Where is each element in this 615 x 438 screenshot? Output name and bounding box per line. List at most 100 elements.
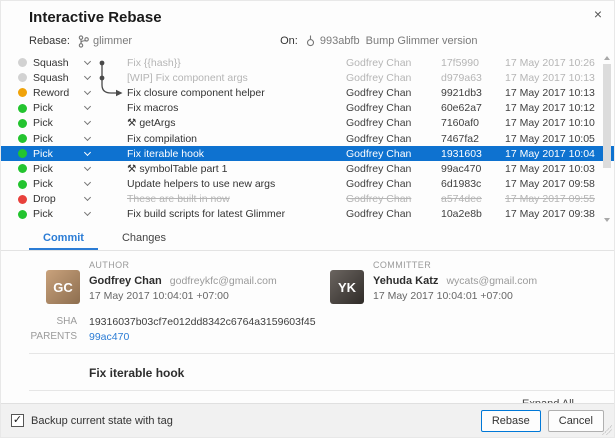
committer-block: YK COMMITTER Yehuda Katz wycats@gmail.co… — [330, 259, 614, 304]
committer-email: wycats@gmail.com — [446, 275, 537, 287]
commit-row[interactable]: Pick Fix compilation Godfrey Chan 7467fa… — [1, 131, 614, 146]
backup-checkbox[interactable]: ✓ — [11, 414, 24, 427]
backup-checkbox-label: Backup current state with tag — [31, 415, 173, 427]
commit-people: GC AUTHOR Godfrey Chan godfreykfc@gmail.… — [1, 251, 614, 310]
chevron-down-icon[interactable] — [83, 88, 93, 98]
action-status-dot — [18, 104, 27, 113]
avatar: YK — [330, 270, 364, 304]
resize-grip[interactable] — [602, 425, 612, 435]
close-icon[interactable]: × — [594, 7, 602, 21]
commit-row[interactable]: Reword Fix closure component helper Godf… — [1, 85, 614, 100]
commit-hash: 17f5990 — [441, 57, 505, 69]
commit-hash: a574dee — [441, 193, 505, 205]
commit-date: 17 May 2017 10:05 — [505, 133, 600, 145]
cancel-button[interactable]: Cancel — [548, 410, 604, 432]
chevron-down-icon[interactable] — [83, 194, 93, 204]
commit-hash: 9921db3 — [441, 87, 505, 99]
author-name: Godfrey Chan — [89, 275, 162, 287]
action-status-dot — [18, 119, 27, 128]
commit-message: These are built in now — [127, 193, 346, 205]
action-status-dot — [18, 58, 27, 67]
action-label: Pick — [33, 117, 83, 129]
commit-author: Godfrey Chan — [346, 102, 441, 114]
commit-row[interactable]: Pick Fix iterable hook Godfrey Chan 1931… — [1, 146, 614, 161]
author-email: godfreykfc@gmail.com — [170, 275, 277, 287]
commit-author: Godfrey Chan — [346, 133, 441, 145]
git-branch-icon — [78, 35, 89, 48]
scrollbar-down-icon[interactable] — [604, 218, 610, 222]
footer-bar: ✓ Backup current state with tag Rebase C… — [1, 403, 614, 437]
commit-date: 17 May 2017 10:13 — [505, 87, 600, 99]
chevron-down-icon[interactable] — [83, 179, 93, 189]
chevron-down-icon[interactable] — [83, 103, 93, 113]
commit-message: Update helpers to use new args — [127, 178, 346, 190]
parent-commit-link[interactable]: 99ac470 — [89, 331, 129, 343]
commit-author: Godfrey Chan — [346, 87, 441, 99]
chevron-down-icon[interactable] — [83, 118, 93, 128]
commit-message-heading: Fix iterable hook — [1, 366, 614, 380]
action-status-dot — [18, 210, 27, 219]
commit-author: Godfrey Chan — [346, 163, 441, 175]
author-section-label: AUTHOR — [89, 260, 277, 270]
action-label: Drop — [33, 193, 83, 205]
chevron-down-icon[interactable] — [83, 58, 93, 68]
tab-changes[interactable]: Changes — [108, 227, 180, 250]
rebase-button[interactable]: Rebase — [481, 410, 541, 432]
action-label: Pick — [33, 148, 83, 160]
scrollbar-up-icon[interactable] — [604, 56, 610, 60]
commit-author: Godfrey Chan — [346, 208, 441, 220]
commit-message: Fix {{hash}} — [127, 57, 346, 69]
commit-author: Godfrey Chan — [346, 178, 441, 190]
chevron-down-icon[interactable] — [83, 73, 93, 83]
commit-message: Fix compilation — [127, 133, 346, 145]
on-label: On: — [280, 35, 298, 47]
commit-row[interactable]: Squash [WIP] Fix component args Godfrey … — [1, 70, 614, 85]
commit-author: Godfrey Chan — [346, 72, 441, 84]
commit-row[interactable]: Pick ⚒ getArgs Godfrey Chan 7160af0 17 M… — [1, 116, 614, 131]
commit-row[interactable]: Pick Fix macros Godfrey Chan 60e62a7 17 … — [1, 101, 614, 116]
chevron-down-icon[interactable] — [83, 149, 93, 159]
action-label: Reword — [33, 87, 83, 99]
chevron-down-icon[interactable] — [83, 164, 93, 174]
commit-date: 17 May 2017 09:55 — [505, 193, 600, 205]
chevron-down-icon[interactable] — [83, 209, 93, 219]
detail-tabs: Commit Changes — [1, 227, 614, 251]
action-status-dot — [18, 164, 27, 173]
commit-row[interactable]: Pick ⚒ symbolTable part 1 Godfrey Chan 9… — [1, 161, 614, 176]
commit-row[interactable]: Drop These are built in now Godfrey Chan… — [1, 192, 614, 207]
commit-date: 17 May 2017 10:10 — [505, 117, 600, 129]
commit-row[interactable]: Squash Fix {{hash}} Godfrey Chan 17f5990… — [1, 55, 614, 70]
commit-message: [WIP] Fix component args — [127, 72, 346, 84]
commit-message: ⚒ getArgs — [127, 117, 346, 129]
parents-label: PARENTS — [1, 331, 77, 343]
rebase-label: Rebase: — [29, 35, 70, 47]
dialog-header: Interactive Rebase × Rebase: glimmer On:… — [1, 1, 614, 49]
commit-date: 17 May 2017 09:38 — [505, 208, 600, 220]
commit-hash: 6d1983c — [441, 178, 505, 190]
avatar: GC — [46, 270, 80, 304]
action-label: Pick — [33, 102, 83, 114]
action-label: Squash — [33, 72, 83, 84]
committer-name: Yehuda Katz — [373, 275, 438, 287]
action-label: Pick — [33, 133, 83, 145]
committer-section-label: COMMITTER — [373, 260, 537, 270]
commit-row[interactable]: Pick Update helpers to use new args Godf… — [1, 177, 614, 192]
action-status-dot — [18, 88, 27, 97]
commit-author: Godfrey Chan — [346, 57, 441, 69]
scrollbar[interactable] — [603, 55, 612, 223]
action-label: Pick — [33, 178, 83, 190]
commit-hash: d979a63 — [441, 72, 505, 84]
commit-message: Fix build scripts for latest Glimmer — [127, 208, 346, 220]
git-commit-icon — [306, 35, 315, 48]
commit-date: 17 May 2017 10:26 — [505, 57, 600, 69]
scrollbar-thumb[interactable] — [603, 64, 611, 168]
action-label: Squash — [33, 57, 83, 69]
chevron-down-icon[interactable] — [83, 134, 93, 144]
commit-hash: 60e62a7 — [441, 102, 505, 114]
tab-commit[interactable]: Commit — [29, 227, 98, 250]
sha-value: 19316037b03cf7e012dd8342c6764a3159603f45 — [89, 316, 316, 328]
action-status-dot — [18, 73, 27, 82]
commit-message: ⚒ symbolTable part 1 — [127, 163, 346, 175]
commit-row[interactable]: Pick Fix build scripts for latest Glimme… — [1, 207, 614, 222]
author-date: 17 May 2017 10:04:01 +07:00 — [89, 290, 277, 302]
